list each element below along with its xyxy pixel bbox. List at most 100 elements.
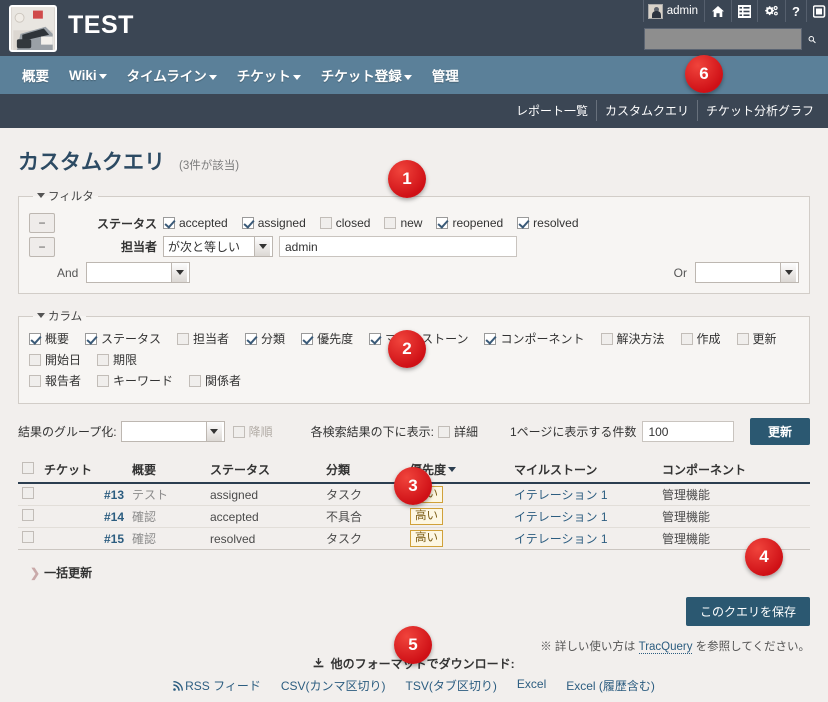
- project-logo[interactable]: [9, 5, 57, 52]
- tracquery-link[interactable]: TracQuery: [638, 641, 693, 654]
- checkbox-label: 優先度: [317, 332, 354, 346]
- cell-milestone[interactable]: イテレーション 1: [510, 483, 658, 506]
- cell-component: 管理機能: [658, 505, 810, 528]
- cell-ticket-id[interactable]: #14: [40, 505, 128, 528]
- download-link-rss[interactable]: RSS フィード: [173, 677, 261, 694]
- checkbox-icon: [384, 217, 397, 229]
- column-checkbox-component[interactable]: コンポーネント: [484, 330, 585, 347]
- descending-checkbox[interactable]: 降順: [232, 423, 273, 440]
- save-query-button[interactable]: このクエリを保存: [685, 597, 810, 626]
- page-title-text: カスタムクエリ: [18, 151, 165, 174]
- column-checkbox-start-date[interactable]: 開始日: [29, 351, 81, 368]
- column-header-summary[interactable]: 概要: [128, 459, 206, 484]
- batch-update-toggle[interactable]: ❯ 一括更新: [30, 564, 810, 581]
- cell-milestone[interactable]: イテレーション 1: [510, 527, 658, 550]
- ctxnav-custom-query[interactable]: カスタムクエリ: [595, 100, 697, 121]
- chevron-down-icon: [37, 313, 45, 318]
- remove-owner-filter-button[interactable]: −: [29, 236, 55, 257]
- search-button[interactable]: [802, 28, 822, 50]
- owner-value-input[interactable]: [279, 236, 517, 257]
- chevron-down-icon: [780, 263, 796, 282]
- checkbox-icon: [319, 217, 332, 229]
- checkbox-label: 降順: [248, 425, 273, 439]
- row-select-cell: [18, 483, 40, 506]
- nav-item-tickets[interactable]: チケット: [227, 65, 311, 85]
- help-icon[interactable]: ?: [785, 0, 806, 22]
- column-checkbox-modified[interactable]: 更新: [736, 330, 777, 347]
- update-button[interactable]: 更新: [749, 418, 810, 445]
- logout-icon[interactable]: [806, 0, 828, 22]
- row-checkbox[interactable]: [22, 531, 34, 543]
- column-header-type[interactable]: 分類: [322, 459, 406, 484]
- column-checkbox-status[interactable]: ステータス: [85, 330, 161, 347]
- status-checkbox-new[interactable]: new: [384, 216, 422, 230]
- cell-milestone[interactable]: イテレーション 1: [510, 505, 658, 528]
- download-link-tsv[interactable]: TSV(タブ区切り): [406, 677, 497, 694]
- checkbox-label: 作成: [696, 332, 721, 346]
- column-header-component[interactable]: コンポーネント: [658, 459, 810, 484]
- group-by-select[interactable]: [120, 421, 225, 442]
- and-field-select[interactable]: [86, 262, 191, 283]
- columns-legend[interactable]: カラム: [33, 308, 86, 324]
- nav-item-overview[interactable]: 概要: [12, 65, 59, 85]
- column-header-status[interactable]: ステータス: [206, 459, 322, 484]
- column-checkbox-priority[interactable]: 優先度: [301, 330, 353, 347]
- ctxnav-ticket-graph[interactable]: チケット分析グラフ: [696, 100, 822, 121]
- column-checkbox-summary[interactable]: 概要: [29, 330, 69, 347]
- select-all-checkbox[interactable]: [22, 462, 34, 474]
- help-suffix: を参照してください。: [692, 641, 810, 653]
- priority-badge: 高い: [410, 508, 443, 525]
- metanav-user[interactable]: admin: [642, 0, 705, 22]
- column-checkbox-type[interactable]: 分類: [245, 330, 285, 347]
- status-checkbox-closed[interactable]: closed: [319, 216, 370, 230]
- status-checkbox-assigned[interactable]: assigned: [241, 216, 306, 230]
- ctxnav-report-list[interactable]: レポート一覧: [508, 100, 596, 121]
- save-query-row: このクエリを保存: [18, 597, 810, 626]
- cell-ticket-id[interactable]: #15: [40, 527, 128, 550]
- column-checkbox-keywords[interactable]: キーワード: [97, 372, 173, 389]
- row-checkbox[interactable]: [22, 487, 34, 499]
- nav-item-new-ticket[interactable]: チケット登録: [311, 65, 422, 85]
- batch-update-label: 一括更新: [44, 566, 93, 580]
- chevron-down-icon: [254, 237, 270, 256]
- cell-ticket-id[interactable]: #13: [40, 483, 128, 506]
- owner-operator-select[interactable]: が次と等しい: [163, 236, 273, 257]
- download-link-excel-history[interactable]: Excel (履歴含む): [566, 677, 655, 694]
- column-header-ticket[interactable]: チケット: [40, 459, 128, 484]
- status-checkbox-reopened[interactable]: reopened: [436, 216, 503, 230]
- nav-item-admin[interactable]: 管理: [422, 65, 469, 85]
- cell-summary[interactable]: 確認: [128, 505, 206, 528]
- column-checkbox-due-date[interactable]: 期限: [97, 351, 137, 368]
- list-icon[interactable]: [731, 0, 758, 22]
- cell-summary[interactable]: テスト: [128, 483, 206, 506]
- checkbox-icon: [245, 332, 258, 345]
- context-navigation: レポート一覧 カスタムクエリ チケット分析グラフ: [508, 100, 822, 121]
- cell-summary[interactable]: 確認: [128, 527, 206, 550]
- column-header-milestone[interactable]: マイルストーン: [510, 459, 658, 484]
- nav-item-timeline[interactable]: タイムライン: [117, 65, 227, 85]
- search-input[interactable]: [644, 28, 802, 50]
- or-field-select[interactable]: [695, 262, 799, 283]
- download-link-excel[interactable]: Excel: [517, 677, 546, 694]
- nav-item-wiki[interactable]: Wiki: [59, 68, 117, 83]
- status-checkbox-accepted[interactable]: accepted: [163, 216, 228, 230]
- column-checkbox-owner[interactable]: 担当者: [177, 330, 229, 347]
- per-page-input[interactable]: [642, 421, 735, 442]
- filters-legend[interactable]: フィルタ: [33, 188, 98, 204]
- download-link-csv[interactable]: CSV(カンマ区切り): [281, 677, 386, 694]
- show-details-checkbox[interactable]: 詳細: [437, 423, 478, 440]
- remove-status-filter-button[interactable]: −: [29, 213, 55, 233]
- column-checkbox-reporter[interactable]: 報告者: [29, 372, 81, 389]
- column-checkbox-resolution[interactable]: 解決方法: [600, 330, 665, 347]
- table-row[interactable]: #15 確認 resolved タスク 高い イテレーション 1 管理機能: [18, 527, 810, 550]
- column-checkbox-cc[interactable]: 関係者: [189, 372, 241, 389]
- table-row[interactable]: #14 確認 accepted 不具合 高い イテレーション 1 管理機能: [18, 505, 810, 528]
- checkbox-icon: [29, 353, 41, 366]
- gear-icon[interactable]: [757, 0, 786, 22]
- column-checkbox-created[interactable]: 作成: [680, 330, 721, 347]
- status-checkbox-resolved[interactable]: resolved: [517, 216, 579, 230]
- home-icon[interactable]: [704, 0, 732, 22]
- checkbox-icon: [29, 374, 41, 387]
- filter-and-or-row: And Or: [29, 262, 799, 283]
- row-checkbox[interactable]: [22, 509, 34, 521]
